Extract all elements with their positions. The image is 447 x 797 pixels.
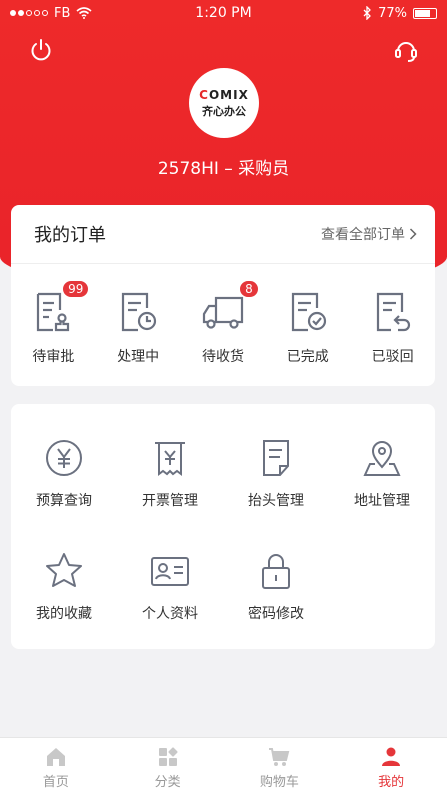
order-status-completed[interactable]: 已完成	[265, 290, 350, 366]
location-pin-icon	[363, 441, 401, 476]
user-account-role: 2578HI – 采购员	[157, 159, 290, 179]
invoice-management-button[interactable]: 开票管理	[117, 438, 223, 510]
order-status-awaiting-delivery[interactable]: 8 待收货	[181, 280, 266, 366]
orders-title: 我的订单	[34, 225, 106, 246]
change-password-button[interactable]: 密码修改	[223, 551, 329, 623]
company-logo: COMIX 齐心办公	[189, 68, 259, 138]
budget-query-button[interactable]: 预算查询	[11, 438, 117, 510]
order-status-pending-approval[interactable]: 99 待审批	[11, 280, 96, 366]
orders-card: 我的订单 查看全部订单 99 待审批 处理中 8 待收货 已完成 已驳回	[11, 205, 435, 386]
chevron-right-icon	[409, 228, 417, 240]
battery-icon	[413, 7, 437, 19]
personal-profile-button[interactable]: 个人资料	[117, 551, 223, 623]
my-favorites-button[interactable]: 我的收藏	[11, 551, 117, 623]
customer-service-icon[interactable]	[392, 36, 420, 64]
order-status-processing[interactable]: 处理中	[96, 290, 181, 366]
tab-mine[interactable]: 我的	[335, 738, 447, 797]
category-grid-icon	[158, 746, 178, 766]
receipt-icon	[155, 442, 185, 476]
view-all-orders-link[interactable]: 查看全部订单	[321, 224, 417, 244]
document-icon	[263, 440, 289, 476]
star-icon	[46, 553, 82, 587]
completed-check-icon	[291, 292, 326, 332]
bottom-tab-bar: 首页 分类 购物车 我的	[0, 737, 447, 797]
tools-card: 预算查询 开票管理 抬头管理 地址管理 我的收藏 个人资料 密码修改	[11, 404, 435, 649]
delivery-truck-icon	[202, 296, 244, 329]
tab-home[interactable]: 首页	[0, 738, 112, 797]
lock-icon	[262, 554, 290, 589]
address-management-button[interactable]: 地址管理	[329, 438, 435, 510]
processing-clock-icon	[122, 292, 157, 332]
user-icon	[382, 747, 401, 766]
pending-approval-count-badge: 99	[62, 280, 90, 298]
order-status-rejected[interactable]: 已驳回	[350, 290, 435, 366]
invoice-title-management-button[interactable]: 抬头管理	[223, 438, 329, 510]
yuan-coin-icon	[46, 440, 82, 476]
home-icon	[46, 747, 65, 766]
status-time: 1:20 PM	[195, 5, 252, 21]
tab-cart[interactable]: 购物车	[224, 738, 336, 797]
power-icon[interactable]	[27, 36, 55, 64]
tab-category[interactable]: 分类	[112, 738, 224, 797]
id-card-icon	[151, 557, 189, 586]
rejected-return-icon	[376, 292, 410, 332]
awaiting-delivery-count-badge: 8	[238, 280, 259, 298]
status-bar: FB 1:20 PM 77%	[0, 0, 447, 26]
shopping-cart-icon	[269, 747, 290, 766]
